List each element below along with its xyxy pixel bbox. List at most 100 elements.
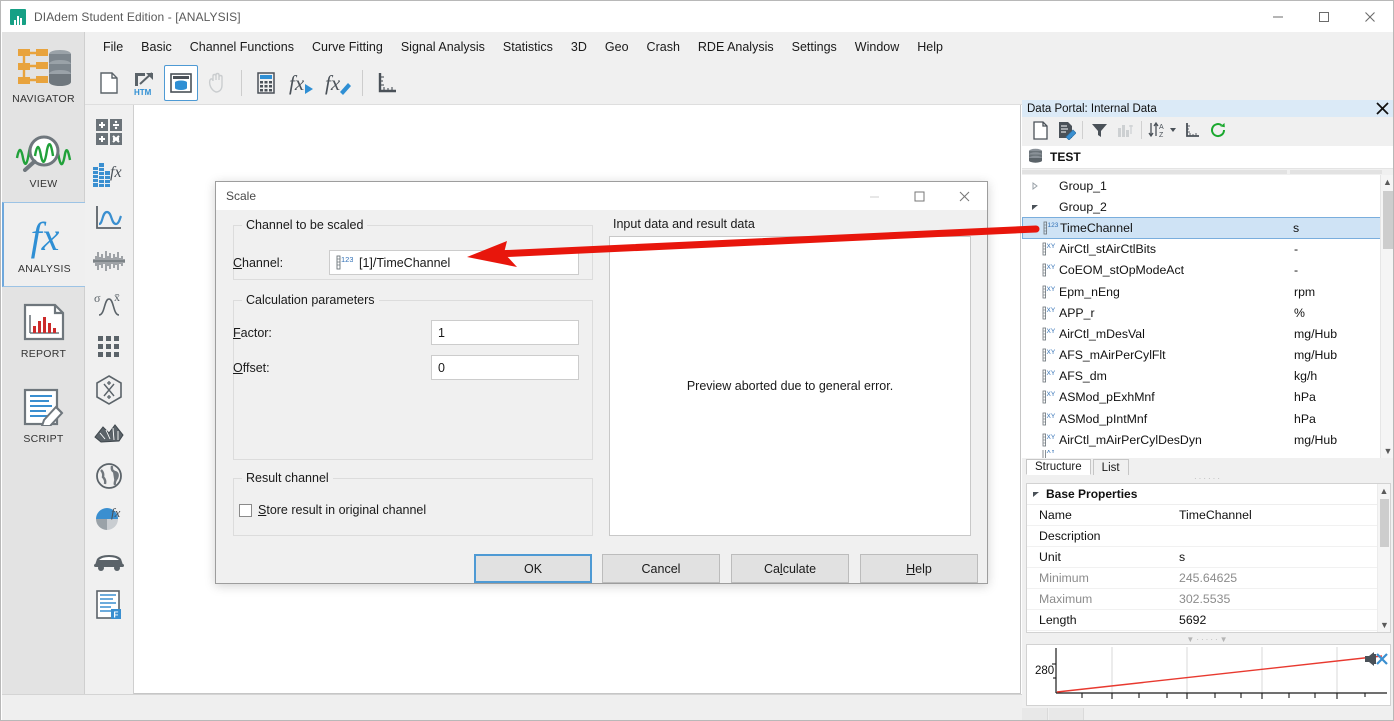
properties-scrollbar[interactable]: ▲ ▼ <box>1377 484 1390 632</box>
offset-input-value: 0 <box>438 360 445 375</box>
scroll-up-arrow-icon[interactable]: ▲ <box>1381 175 1393 189</box>
minimize-icon[interactable] <box>1255 1 1301 32</box>
fx-run-icon[interactable]: fx <box>285 65 319 101</box>
base-properties-header[interactable]: Base Properties <box>1027 484 1390 505</box>
menu-channel-functions[interactable]: Channel Functions <box>181 36 303 58</box>
store-result-checkbox-row[interactable]: Store result in original channel <box>239 503 426 517</box>
menu-help[interactable]: Help <box>908 36 952 58</box>
property-row-unit[interactable]: Unit s <box>1027 547 1390 568</box>
menu-basic[interactable]: Basic <box>132 36 181 58</box>
curve-fitting-icon[interactable] <box>88 196 130 239</box>
menu-file[interactable]: File <box>94 36 132 58</box>
signal-analysis-icon[interactable] <box>88 239 130 282</box>
tree-row-channel[interactable]: XY Epm_nEng rpm <box>1022 281 1393 302</box>
tree-row-channel[interactable]: XY AFS_mAirPerCylFlt mg/Hub <box>1022 345 1393 366</box>
sidebar-item-view[interactable]: VIEW <box>2 117 85 202</box>
channel-input[interactable]: 123 [1]/TimeChannel <box>329 250 579 275</box>
scroll-up-arrow-icon[interactable]: ▲ <box>1378 484 1390 498</box>
data-portal-toolbar: A Z <box>1022 117 1393 143</box>
speaker-mute-icon[interactable] <box>1363 649 1389 672</box>
tree-row-channel[interactable]: XY APP_r % <box>1022 302 1393 323</box>
chevron-down-icon[interactable] <box>1028 203 1042 211</box>
filter-icon[interactable] <box>1086 118 1112 142</box>
dialog-close-icon[interactable] <box>942 182 987 210</box>
tab-list[interactable]: List <box>1092 459 1129 475</box>
sidebar-item-analysis[interactable]: fx ANALYSIS <box>2 202 85 287</box>
property-row-length[interactable]: Length 5692 <box>1027 610 1390 631</box>
menu-settings[interactable]: Settings <box>783 36 846 58</box>
menu-statistics[interactable]: Statistics <box>494 36 562 58</box>
close-icon[interactable] <box>1347 1 1393 32</box>
collapse-triangle-icon[interactable] <box>1032 487 1040 501</box>
tree-row-group-1[interactable]: Group_1 <box>1022 175 1393 196</box>
property-row-description[interactable]: Description <box>1027 526 1390 547</box>
column-splitter-right[interactable] <box>1290 170 1382 174</box>
statistics-icon[interactable]: σ x̄ <box>88 282 130 325</box>
new-data-icon[interactable] <box>1027 118 1053 142</box>
scroll-down-arrow-icon[interactable]: ▼ <box>1381 444 1393 458</box>
data-portal-close-icon[interactable] <box>1372 99 1392 118</box>
vehicle-icon[interactable] <box>88 540 130 583</box>
column-splitter-left[interactable] <box>1022 170 1287 174</box>
tree-row-timechannel[interactable]: 123 TimeChannel s <box>1022 217 1393 239</box>
three-d-icon[interactable] <box>88 368 130 411</box>
new-document-icon[interactable] <box>92 65 126 101</box>
ok-button[interactable]: OK <box>474 554 592 583</box>
factor-input[interactable]: 1 <box>431 320 579 345</box>
tree-row-channel[interactable]: XY ASMod_pExhMnf hPa <box>1022 387 1393 408</box>
report-doc-icon[interactable]: F <box>88 583 130 626</box>
tree-row-partial[interactable]: XY <box>1022 450 1393 458</box>
tree-row-channel[interactable]: XY CoEOM_stOpModeAct - <box>1022 260 1393 281</box>
cancel-button[interactable]: Cancel <box>602 554 720 583</box>
tree-row-group-2[interactable]: Group_2 <box>1022 196 1393 217</box>
maximize-icon[interactable] <box>1301 1 1347 32</box>
horizontal-splitter-bottom[interactable]: ▼·····▼ <box>1022 635 1393 644</box>
sidebar-item-script[interactable]: SCRIPT <box>2 372 85 457</box>
menu-rde-analysis[interactable]: RDE Analysis <box>689 36 783 58</box>
menu-window[interactable]: Window <box>846 36 908 58</box>
property-row-name[interactable]: Name TimeChannel <box>1027 505 1390 526</box>
geo-globe-icon[interactable] <box>88 454 130 497</box>
data-store-row[interactable]: TEST <box>1022 146 1393 169</box>
help-button[interactable]: Help <box>860 554 978 583</box>
menu-geo[interactable]: Geo <box>596 36 638 58</box>
channel-tree-scrollbar[interactable]: ▲ ▼ <box>1380 175 1393 458</box>
data-portal-icon[interactable] <box>164 64 198 101</box>
horizontal-splitter-top[interactable]: ······ <box>1022 475 1393 483</box>
dialog-maximize-icon[interactable] <box>897 182 942 210</box>
channel-preview-chart[interactable]: 280 <box>1026 644 1391 706</box>
tree-row-channel[interactable]: XY AirCtl_mDesVal mg/Hub <box>1022 323 1393 344</box>
basic-math-icon[interactable] <box>88 110 130 153</box>
offset-input[interactable]: 0 <box>431 355 579 380</box>
calculate-button[interactable]: Calculate <box>731 554 849 583</box>
channel-functions-fx-icon[interactable]: fx <box>88 153 130 196</box>
tree-row-channel[interactable]: XY ASMod_pIntMnf hPa <box>1022 408 1393 429</box>
fx-edit-icon[interactable]: fx <box>321 65 355 101</box>
menu-3d[interactable]: 3D <box>562 36 596 58</box>
menu-crash[interactable]: Crash <box>638 36 689 58</box>
export-html-icon[interactable]: HTM <box>128 65 162 101</box>
menu-curve-fitting[interactable]: Curve Fitting <box>303 36 392 58</box>
edit-data-icon[interactable] <box>1053 118 1079 142</box>
store-result-checkbox[interactable] <box>239 503 252 517</box>
chevron-right-icon[interactable] <box>1028 181 1042 190</box>
sort-az-icon[interactable]: A Z <box>1145 118 1179 142</box>
left-nav-rail: NAVIGATOR VIEW fx ANALYSIS REPORT SCRIPT <box>2 32 85 720</box>
ruler-icon[interactable] <box>370 65 404 101</box>
scroll-thumb[interactable] <box>1380 499 1389 547</box>
calculator-icon[interactable] <box>249 65 283 101</box>
ruler-icon[interactable] <box>1179 118 1205 142</box>
refresh-icon[interactable] <box>1205 118 1231 142</box>
matrix-icon[interactable] <box>88 325 130 368</box>
pie-fx-icon[interactable]: fx <box>88 497 130 540</box>
sidebar-item-navigator[interactable]: NAVIGATOR <box>2 32 85 117</box>
menu-signal-analysis[interactable]: Signal Analysis <box>392 36 494 58</box>
tree-row-channel[interactable]: XY AFS_dm kg/h <box>1022 366 1393 387</box>
tree-row-channel[interactable]: XY AirCtl_stAirCtlBits - <box>1022 239 1393 260</box>
crash-icon[interactable] <box>88 411 130 454</box>
sidebar-item-report[interactable]: REPORT <box>2 287 85 372</box>
tree-row-channel[interactable]: XY AirCtl_mAirPerCylDesDyn mg/Hub <box>1022 429 1393 450</box>
scroll-down-arrow-icon[interactable]: ▼ <box>1378 618 1391 632</box>
tab-structure[interactable]: Structure <box>1026 459 1091 475</box>
scroll-thumb[interactable] <box>1383 191 1393 249</box>
